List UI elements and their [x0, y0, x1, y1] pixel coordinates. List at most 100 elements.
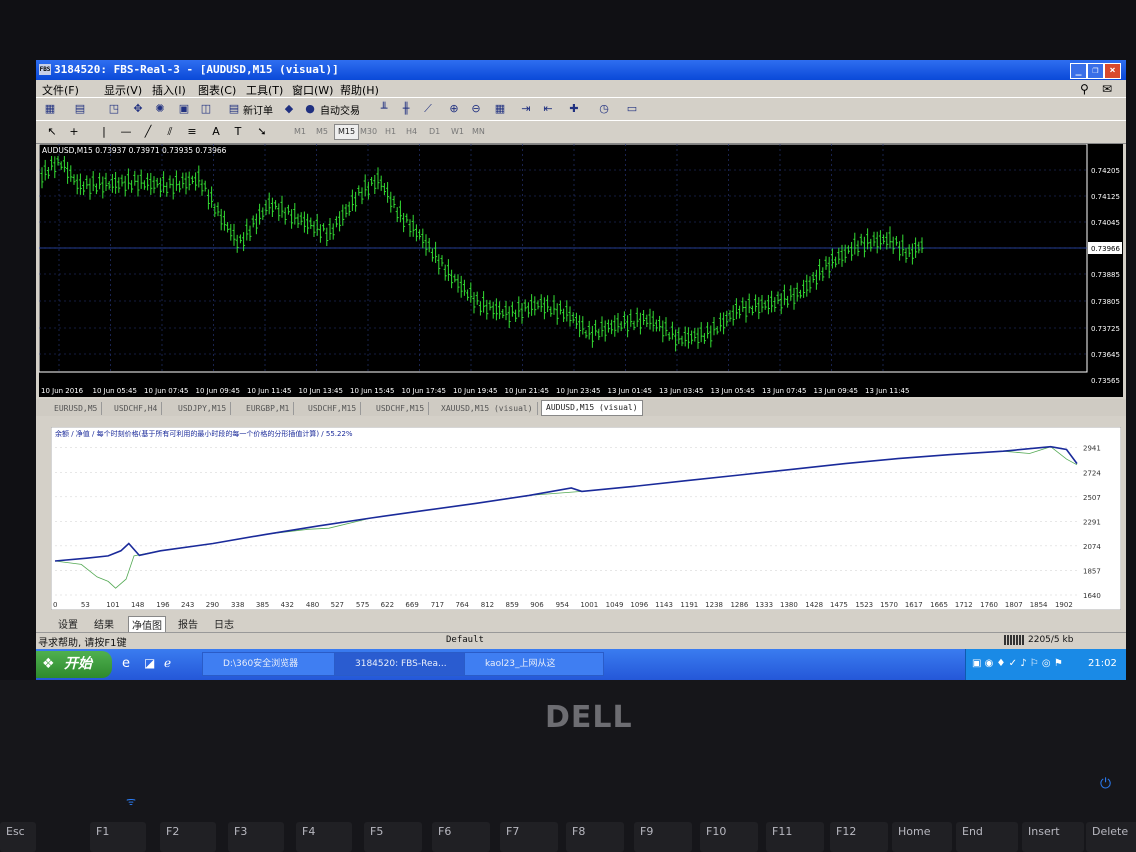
chart-tab-eurgbp-m1[interactable]: EURGBP,M1 [242, 402, 295, 415]
time-tick-label: 10 Jun 17:45 [402, 387, 446, 395]
tab-report[interactable]: 报告 [178, 616, 198, 631]
time-tick-label: 13 Jun 09:45 [814, 387, 858, 395]
time-tick-label: 10 Jun 13:45 [299, 387, 343, 395]
zoom-out-icon[interactable]: ⊖ [468, 101, 484, 116]
title-bar: FBS 3184520: FBS-Real-3 - [AUDUSD,M15 (v… [36, 60, 1126, 80]
line-chart-icon[interactable]: ⟋ [420, 101, 436, 116]
chart-tab-eurusd-m5[interactable]: EURUSD,M5 [50, 402, 103, 415]
wireless-icon: ᯤ [126, 795, 137, 808]
equity-graph[interactable]: 余额 / 净值 / 每个时刻价格(基于所有可利用的最小时段的每一个价格的分形插值… [50, 426, 1122, 611]
metaeditor-icon[interactable]: ◆ [281, 101, 297, 116]
price-chart[interactable]: AUDUSD,M15 0.73937 0.73971 0.73935 0.739… [38, 143, 1123, 397]
vertical-line-icon[interactable]: | [96, 124, 112, 139]
cursor-icon[interactable]: ↖ [44, 124, 60, 139]
candlestick-icon[interactable]: ╫ [398, 101, 414, 116]
timeframe-m30[interactable]: M30 [356, 124, 381, 140]
menu-file[interactable]: 文件(F) [42, 82, 79, 98]
price-chart-window[interactable]: AUDUSD,M15 0.73937 0.73971 0.73935 0.739… [38, 143, 1123, 397]
zoom-in-icon[interactable]: ⊕ [446, 101, 462, 116]
terminal-icon[interactable]: ▣ [176, 101, 192, 116]
periods-icon[interactable]: ◷ [596, 101, 612, 116]
templates-icon[interactable]: ▭ [624, 101, 640, 116]
x-tick-label: 338 [231, 601, 244, 609]
key-f2: F2 [160, 822, 216, 852]
tab-settings[interactable]: 设置 [58, 616, 78, 631]
profiles-icon[interactable]: ▤ [72, 101, 88, 116]
chart-tab-xauusd-m15-visual[interactable]: XAUUSD,M15 (visual) [437, 402, 538, 415]
timeframe-d1[interactable]: D1 [425, 124, 444, 140]
x-tick-label: 812 [481, 601, 494, 609]
data-window-icon[interactable]: ✥ [130, 101, 146, 116]
chart-tab-usdchf-m15-2[interactable]: USDCHF,M15 [372, 402, 430, 415]
text-icon[interactable]: A [208, 124, 224, 139]
browser-icon[interactable]: ℯ [164, 656, 171, 670]
y-tick-label: 1640 [1083, 592, 1101, 600]
taskbar-item-kaol[interactable]: kaol23_上网从这 [464, 652, 604, 676]
tab-equity-graph[interactable]: 净值图 [128, 616, 166, 633]
menu-view[interactable]: 显示(V) [104, 82, 142, 98]
bar-chart-icon[interactable]: ╨ [376, 101, 392, 116]
indicators-icon[interactable]: ✚ [566, 101, 582, 116]
arrows-icon[interactable]: ➘ [254, 124, 270, 139]
timeframe-m5[interactable]: M5 [312, 124, 332, 140]
chart-shift-icon[interactable]: ⇤ [540, 101, 556, 116]
app-icon: FBS [39, 64, 51, 75]
strategy-tester-icon[interactable]: ◫ [198, 101, 214, 116]
x-tick-label: 1428 [805, 601, 823, 609]
market-watch-icon[interactable]: ◳ [106, 101, 122, 116]
x-tick-label: 1049 [606, 601, 624, 609]
channel-icon[interactable]: ⫽ [162, 124, 178, 139]
chart-tab-audusd-m15-visual[interactable]: AUDUSD,M15 (visual) [541, 400, 643, 416]
menu-insert[interactable]: 插入(I) [152, 82, 186, 98]
chart-tab-usdjpy-m15[interactable]: USDJPY,M15 [174, 402, 232, 415]
timeframe-mn[interactable]: MN [468, 124, 489, 140]
timeframe-h1[interactable]: H1 [381, 124, 400, 140]
desktop-icon[interactable]: ◪ [144, 656, 155, 670]
auto-trading-icon[interactable]: ● [302, 101, 318, 116]
fibonacci-icon[interactable]: ≡ [184, 124, 200, 139]
new-chart-icon[interactable]: ▦ [42, 101, 58, 116]
chat-icon[interactable]: ✉ [1102, 82, 1112, 96]
chart-tab-usdchf-m15[interactable]: USDCHF,M15 [304, 402, 362, 415]
taskbar-item-browser[interactable]: D:\360安全浏览器 [202, 652, 342, 676]
equity-chart: 余额 / 净值 / 每个时刻价格(基于所有可利用的最小时段的每一个价格的分形插值… [50, 426, 1122, 611]
menu-help[interactable]: 帮助(H) [340, 82, 379, 98]
close-button[interactable]: × [1104, 63, 1121, 79]
new-order-button[interactable]: 新订单 [243, 102, 273, 117]
drawing-toolbar: ↖ + | — ╱ ⫽ ≡ A T ➘ M1 M5 M15 M30 H1 H4 … [36, 120, 1126, 144]
x-tick-label: 1191 [680, 601, 698, 609]
time-tick-label: 10 Jun 19:45 [453, 387, 497, 395]
timeframe-m1[interactable]: M1 [290, 124, 310, 140]
time-tick-label: 10 Jun 23:45 [556, 387, 600, 395]
maximize-button[interactable]: ❐ [1087, 63, 1104, 79]
x-tick-label: 1286 [730, 601, 748, 609]
tab-journal[interactable]: 日志 [214, 616, 234, 631]
ie-icon[interactable]: e [122, 656, 130, 671]
tray-icons[interactable]: ▣ ◉ ♦ ✓ ♪ ⚐ ◎ ⚑ [972, 658, 1063, 669]
label-icon[interactable]: T [230, 124, 246, 139]
menu-tools[interactable]: 工具(T) [246, 82, 283, 98]
minimize-button[interactable]: _ [1070, 63, 1087, 79]
horizontal-line-icon[interactable]: — [118, 124, 134, 139]
x-tick-label: 1523 [855, 601, 873, 609]
menu-chart[interactable]: 图表(C) [198, 82, 236, 98]
start-button[interactable]: ❖ 开始 [36, 651, 112, 678]
timeframe-h4[interactable]: H4 [402, 124, 421, 140]
x-tick-label: 1238 [705, 601, 723, 609]
navigator-icon[interactable]: ✺ [152, 101, 168, 116]
auto-trading-button[interactable]: 自动交易 [320, 102, 360, 117]
menu-window[interactable]: 窗口(W) [292, 82, 333, 98]
key-f7: F7 [500, 822, 558, 852]
crosshair-icon[interactable]: + [66, 124, 82, 139]
trendline-icon[interactable]: ╱ [140, 124, 156, 139]
x-tick-label: 622 [381, 601, 394, 609]
taskbar-item-mt4[interactable]: 3184520: FBS-Rea... [334, 652, 474, 676]
search-icon[interactable]: ⚲ [1080, 82, 1089, 96]
timeframe-w1[interactable]: W1 [447, 124, 468, 140]
tab-results[interactable]: 结果 [94, 616, 114, 631]
tile-windows-icon[interactable]: ▦ [492, 101, 508, 116]
time-tick-label: 13 Jun 01:45 [608, 387, 652, 395]
new-order-icon[interactable]: ▤ [226, 101, 242, 116]
auto-scroll-icon[interactable]: ⇥ [518, 101, 534, 116]
chart-tab-usdchf-h4[interactable]: USDCHF,H4 [110, 402, 163, 415]
